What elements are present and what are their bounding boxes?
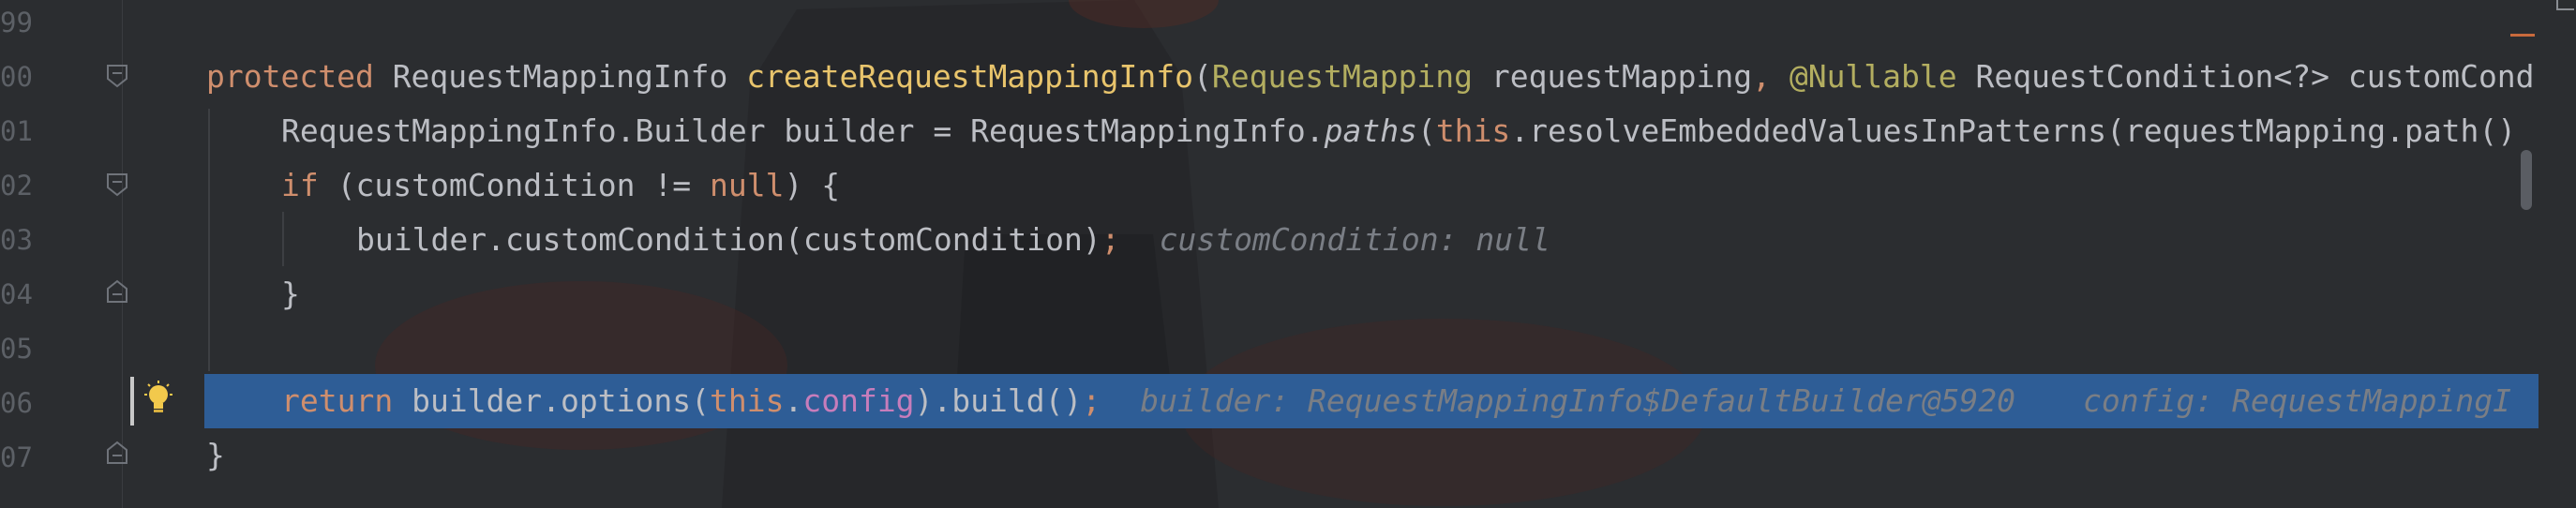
line-number: 99 [0,7,33,38]
field-name: config [802,382,915,419]
annotation: @Nullable [1789,58,1957,95]
return-type: RequestMappingInfo [392,58,728,95]
semicolon: ; [1082,382,1101,419]
inline-debug-value: builder: RequestMappingInfo$DefaultBuild… [1140,382,2016,419]
code-text: ( [1416,112,1436,149]
inline-debug-value: config: RequestMappingI [2083,382,2511,419]
breakpoint-marker[interactable] [130,377,134,426]
line-number: 01 [0,115,33,147]
keyword: protected [206,58,374,95]
fold-start-icon[interactable] [105,172,129,197]
line-number: 07 [0,441,33,473]
keyword: null [709,167,785,203]
fold-start-icon[interactable] [105,64,129,88]
code-text: ).build() [914,382,1083,419]
code-line-107[interactable]: } [206,428,225,483]
code-text: ) { [784,167,841,203]
vertical-scrollbar-thumb[interactable] [2521,150,2532,210]
code-text: builder.customCondition(customCondition) [356,221,1101,258]
code-line-101[interactable]: RequestMappingInfo.Builder builder = Req… [281,104,2516,158]
window-corner-icon[interactable] [2554,0,2576,13]
param-type: RequestMapping [1211,58,1474,95]
comma: , [1752,58,1771,95]
code-text: } [281,276,300,312]
line-number: 05 [0,333,33,365]
code-line-104[interactable]: } [281,267,300,321]
code-line-100[interactable]: protected RequestMappingInfo createReque… [206,50,2535,104]
fold-end-icon[interactable] [105,441,129,465]
keyword: if [281,167,319,203]
keyword: return [281,382,394,419]
code-text: RequestMappingInfo.Builder builder = Req… [281,112,1325,149]
param-name: requestMapping [1490,58,1753,95]
semicolon: ; [1101,221,1120,258]
line-number: 02 [0,170,33,202]
code-text: (customCondition != [337,167,710,203]
line-number: 03 [0,224,33,256]
code-text: . [784,382,803,419]
code-text: builder.options( [412,382,710,419]
intention-bulb-icon[interactable] [142,381,174,418]
keyword: this [709,382,785,419]
code-text: } [206,437,225,473]
inline-debug-value: customCondition: null [1159,221,1550,258]
line-number: 06 [0,387,33,419]
fold-end-icon[interactable] [105,279,129,304]
paren: ( [1193,58,1212,95]
code-line-102[interactable]: if (customCondition != null) { [281,158,840,213]
indent-guide [282,212,284,266]
param-rest: RequestCondition<?> customCond [1975,58,2535,95]
keyword: this [1435,112,1511,149]
error-stripe-marker[interactable] [2510,34,2535,37]
line-number: 04 [0,278,33,310]
line-number: 00 [0,61,33,93]
indent-guide [208,109,210,371]
method-name: createRequestMappingInfo [746,58,1194,95]
code-line-106[interactable]: return builder.options(this.config).buil… [281,374,2511,428]
static-method: paths [1324,112,1417,149]
code-text: .resolveEmbeddedValuesInPatterns(request… [1510,112,2517,149]
code-line-103[interactable]: builder.customCondition(customCondition)… [356,213,1550,267]
